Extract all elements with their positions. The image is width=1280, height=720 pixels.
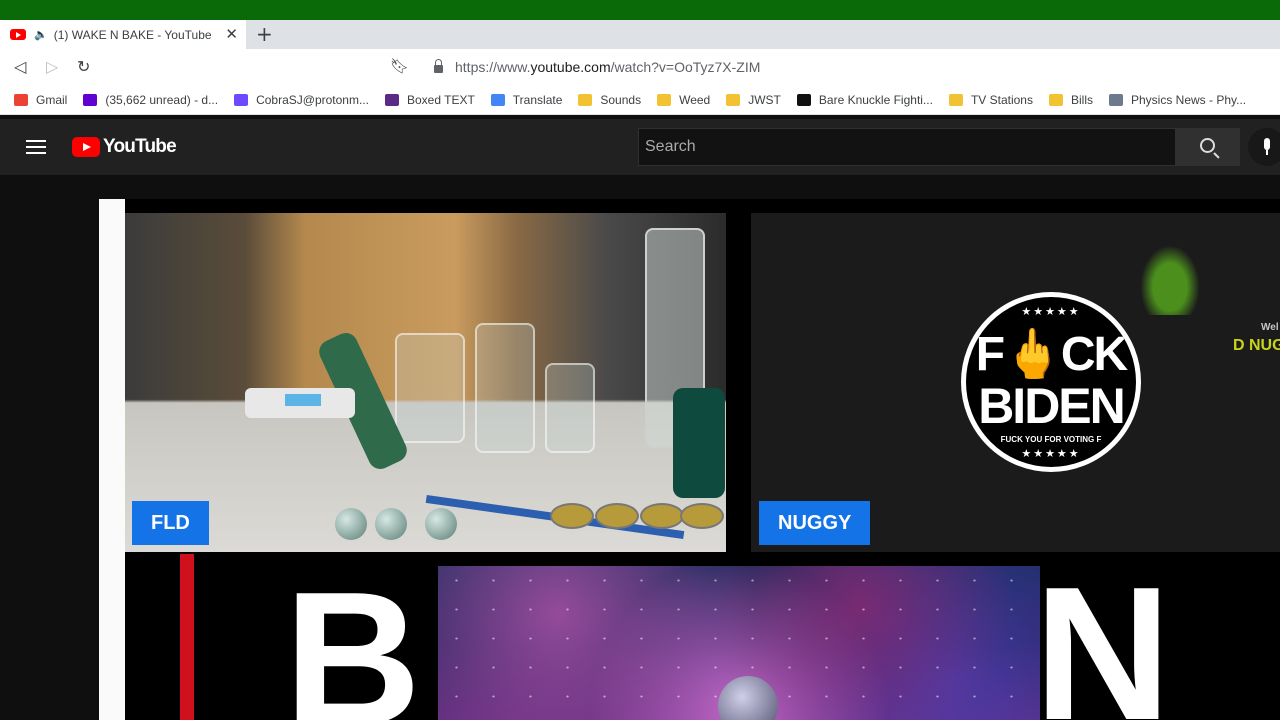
tab-bar: 🔈 (1) WAKE N BAKE - YouTube ✕ + [0,20,1280,49]
badge-line-1: F🖕CK [975,328,1128,381]
translate-icon [490,93,505,106]
search-input[interactable] [639,129,1175,165]
physics-icon [1109,93,1123,106]
youtube-header: YouTube [0,119,1280,175]
reload-button[interactable]: ↻ [77,57,90,76]
lock-icon[interactable] [434,59,443,73]
bookmark-item[interactable]: JWST [726,93,781,107]
bookmark-label: Weed [679,92,711,107]
bookmark-item[interactable]: Bare Knuckle Fighti... [796,92,933,107]
font-icon [384,93,399,106]
new-tab-button[interactable]: + [256,22,273,46]
url-text[interactable]: https://www.youtube.com/watch?v=OoTyz7X-… [455,59,760,75]
background-letter-n: N [1034,548,1172,720]
bookmark-item[interactable]: CobraSJ@protonm... [234,93,369,107]
bookmark-item[interactable]: Sounds [578,93,641,107]
bookmark-label: Bills [1070,92,1093,107]
yahoo-mail-icon [83,93,98,106]
name-tag-fld: FLD [132,501,209,545]
bookmark-item[interactable]: Gmail [14,93,67,107]
badge-line-3: FUCK YOU FOR VOTING F [1000,435,1102,444]
folder-icon [726,93,741,106]
proton-icon [234,93,249,106]
bookmark-label: Boxed TEXT [406,92,475,107]
bookmark-label: Bare Knuckle Fighti... [818,92,933,107]
bookmark-item[interactable]: Physics News - Phy... [1109,93,1246,107]
back-button[interactable]: ◁ [14,57,26,76]
video-background-red-strip [180,554,194,720]
bookmark-label: TV Stations [970,92,1033,107]
search-icon [1200,138,1215,153]
anti-biden-badge: ★★★★★ F🖕CK BIDEN FUCK YOU FOR VOTING F ★… [961,292,1141,472]
background-letter-b: B [284,553,422,720]
teal-jar [673,388,725,498]
microphone-icon[interactable] [1248,128,1280,166]
speaker-icon[interactable]: 🔈 [34,28,48,41]
bookmark-label: Gmail [36,92,68,107]
browser-tab[interactable]: 🔈 (1) WAKE N BAKE - YouTube ✕ [0,20,246,49]
navigation-bar: ◁ ▷ ↻ 🔖︎ https://www.youtube.com/watch?v… [0,49,1280,85]
bookmark-item[interactable]: TV Stations [948,92,1033,107]
folder-icon [578,93,593,106]
bookmarks-bar: Gmail (35,662 unread) - d... CobraSJ@proto… [0,85,1280,115]
tab-title: (1) WAKE N BAKE - YouTube [53,27,212,42]
menu-icon[interactable] [26,140,46,154]
video-background-white-bar [99,199,125,720]
bookmark-label: Translate [512,92,563,107]
bookmark-label: Physics News - Phy... [1131,92,1247,107]
bookmark-label: CobraSJ@protonm... [256,92,369,107]
address-bar[interactable]: https://www.youtube.com/watch?v=OoTyz7X-… [420,53,1280,81]
bookmark-label: JWST [748,92,781,107]
forward-button[interactable]: ▷ [46,57,58,76]
bookmark-item[interactable]: Translate [490,92,563,107]
bookmark-item[interactable]: Boxed TEXT [384,92,475,107]
search-box[interactable] [638,128,1176,166]
bkfc-icon [796,93,811,106]
close-tab-icon[interactable]: ✕ [225,25,238,43]
search-button[interactable] [1176,128,1240,166]
side-text-welcome: Wel [1261,322,1279,333]
name-tag-nuggy: NUGGY [759,501,871,545]
bookmark-label: (35,662 unread) - d... [105,92,219,107]
window-top-strip [0,0,1280,20]
youtube-favicon-icon [10,29,26,40]
folder-icon [948,93,963,106]
gmail-icon [14,93,28,106]
youtube-play-icon [72,137,100,157]
youtube-logo[interactable]: YouTube [72,136,177,158]
folder-icon [1048,93,1063,106]
digital-scale [245,388,355,418]
youtube-logo-text: YouTube [103,136,177,157]
bookmark-item[interactable]: (35,662 unread) - d... [83,93,218,107]
bookmark-item[interactable]: Weed [657,93,710,107]
bookmark-label: Sounds [600,92,642,107]
camera-feed-fld [125,213,726,552]
bookmark-icon[interactable]: 🔖︎ [390,57,409,75]
video-player[interactable]: B N ★★★★★ F🖕CK BIDEN FUCK YOU FOR VOTING… [99,199,1280,720]
side-text-nuggy: D NUG [1233,337,1280,354]
bookmark-item[interactable]: Bills [1048,92,1093,107]
cannabis-leaf-icon [1140,245,1200,315]
space-scene-video [438,566,1040,720]
folder-icon [657,93,672,106]
badge-line-2: BIDEN [978,378,1126,434]
